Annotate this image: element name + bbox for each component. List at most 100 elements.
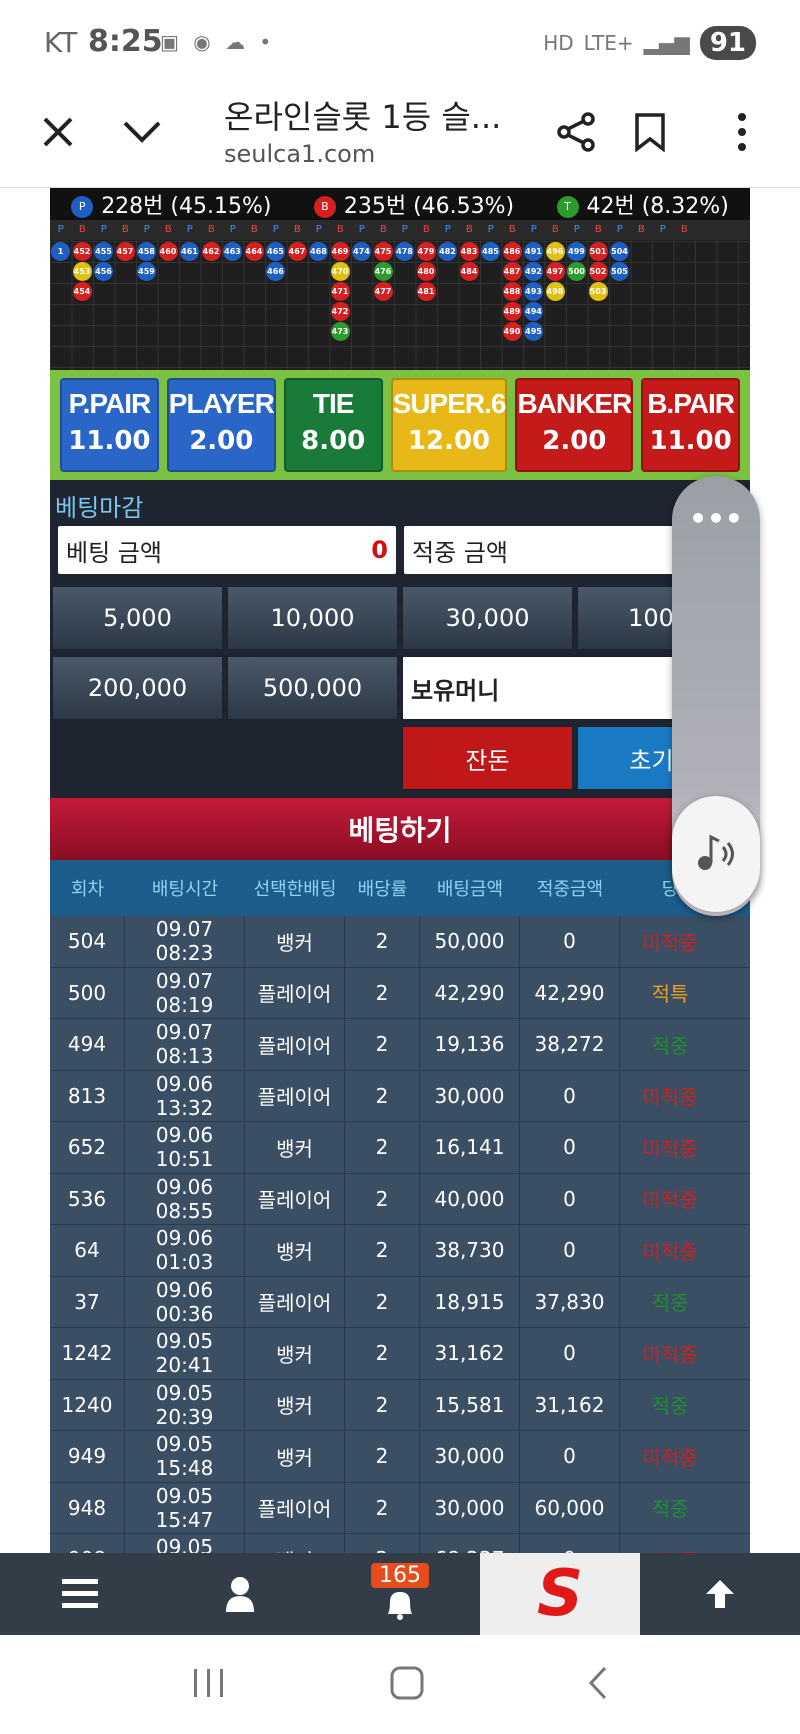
result-cell: 미적중 [642, 1239, 698, 1264]
player-dot: P [71, 196, 94, 218]
roadmap-ball: 459 [137, 262, 156, 281]
roadmap-ball: 468 [309, 242, 328, 261]
bookmark-icon[interactable] [622, 104, 678, 160]
bet-cell: 31,162 [420, 1328, 520, 1379]
roadmap-header-cell: P [272, 224, 279, 235]
close-icon[interactable] [30, 104, 86, 160]
menu-icon[interactable] [0, 1553, 160, 1635]
roadmap-ball: 489 [502, 302, 522, 321]
tie-dot: T [556, 196, 579, 218]
bet-option-odds: 12.00 [407, 426, 491, 456]
bet-amount-field[interactable]: 베팅 금액 0 [58, 526, 396, 574]
back-icon[interactable] [588, 1665, 608, 1705]
bell-icon [388, 1592, 412, 1620]
roadmap-ball: 478 [395, 242, 414, 261]
logo-letter: S [536, 1557, 584, 1631]
notification-bell[interactable]: 165 [320, 1553, 480, 1635]
more-horiz-icon[interactable]: ••• [672, 502, 760, 535]
chip-5000-button[interactable]: 5,000 [52, 586, 223, 650]
round-cell: 813 [50, 1070, 125, 1121]
more-vert-icon[interactable] [714, 104, 770, 160]
roadmap-ball: 485 [481, 242, 500, 261]
table-row: 1242 09.05 20:41 뱅커 2 31,162 0 미적중 [50, 1328, 750, 1380]
bet-option-label: B.PAIR [647, 388, 735, 419]
change-button[interactable]: 잔돈 [402, 726, 573, 790]
result-cell: 미적중 [642, 930, 698, 955]
roadmap-ball: 463 [223, 242, 242, 261]
table-row: 37 09.06 00:36 플레이어 2 18,915 37,830 적중 [50, 1276, 750, 1328]
recent-apps-icon[interactable] [192, 1667, 226, 1703]
roadmap-ball: 504 [610, 242, 629, 261]
share-icon[interactable] [548, 104, 604, 160]
web-page: P 228번 (45.15%) B 235번 (46.53%) T 42번 (8.32… [50, 188, 750, 1553]
arrow-up-icon[interactable] [640, 1553, 800, 1635]
chip-200000-button[interactable]: 200,000 [52, 656, 223, 720]
bet-option-odds: 11.00 [649, 426, 732, 456]
time-cell: 09.05 15:47 [125, 1482, 245, 1533]
page-title: 온라인슬롯 1등 슬... [224, 98, 502, 136]
bet-cell: 15,581 [420, 1379, 520, 1430]
time-cell: 09.07 08:19 [125, 967, 245, 1018]
home-icon[interactable] [389, 1665, 425, 1705]
browser-toolbar: 온라인슬롯 1등 슬... seulca1.com [0, 78, 800, 188]
table-row: 500 09.07 08:19 플레이어 2 42,290 42,290 적특 [50, 967, 750, 1019]
notification-badge: 165 [371, 1563, 429, 1588]
bet-cell: 42,290 [420, 967, 520, 1018]
player-stat-text: 228번 (45.15%) [101, 194, 272, 219]
bet-option-super-6[interactable]: SUPER.6 12.00 [390, 378, 508, 472]
site-logo[interactable]: S [480, 1553, 640, 1635]
roadmap-header: PBPBPBPBPBPBPBPBPBPBPBPBPBPBPB [50, 220, 750, 240]
header-bet: 배팅금액 [436, 879, 504, 900]
time-cell: 09.05 20:41 [125, 1328, 245, 1379]
chevron-down-icon[interactable] [114, 104, 170, 160]
roadmap-column: 475 476 477 [373, 242, 393, 301]
round-cell: 948 [50, 1482, 125, 1533]
table-row: 652 09.06 10:51 뱅커 2 16,141 0 미적중 [50, 1122, 750, 1174]
audio-icon[interactable] [672, 796, 760, 912]
page-url[interactable]: seulca1.com [224, 140, 375, 168]
bet-cell: 18,915 [420, 1276, 520, 1327]
win-cell: 0 [520, 1534, 620, 1553]
odds-cell: 2 [345, 1379, 420, 1430]
roadmap-column: 465 466 [266, 242, 285, 281]
roadmap-header-cell: P [401, 224, 408, 235]
user-icon[interactable] [160, 1553, 320, 1635]
bet-option-b-pair[interactable]: B.PAIR 11.00 [641, 378, 741, 472]
banker-stat-text: 235번 (46.53%) [343, 194, 515, 219]
pick-cell: 플레이어 [245, 967, 345, 1018]
bet-option-player[interactable]: PLAYER 2.00 [166, 378, 276, 472]
roadmap-column: 455 456 [94, 242, 113, 281]
roadmap-column: 504 505 [610, 242, 629, 281]
odds-cell: 2 [345, 916, 420, 967]
roadmap-ball: 1 [51, 242, 70, 261]
roadmap-column: 457 [115, 242, 135, 261]
chip-30000-button[interactable]: 30,000 [402, 586, 573, 650]
bet-option-label: PLAYER [168, 388, 275, 419]
bet-option-banker[interactable]: BANKER 2.00 [515, 378, 634, 472]
roadmap-ball: 460 [158, 242, 178, 261]
result-stats: P 228번 (45.15%) B 235번 (46.53%) T 42번 (8.32… [50, 188, 750, 220]
bet-option-tie[interactable]: TIE 8.00 [283, 378, 383, 472]
roadmap-header-cell: B [551, 224, 559, 235]
header-round: 회차 [70, 879, 105, 900]
place-bet-button[interactable]: 베팅하기 [50, 798, 750, 860]
chip-10000-button[interactable]: 10,000 [227, 586, 398, 650]
roadmap-header-cell: P [616, 224, 623, 235]
tie-stat-text: 42번 (8.32%) [586, 194, 729, 219]
roadmap-column: 469 470 471 472 473 [330, 242, 350, 341]
roadmap-ball: 454 [72, 282, 92, 301]
chip-500000-button[interactable]: 500,000 [227, 656, 398, 720]
roadmap-ball: 470 [330, 262, 350, 281]
result-cell: 적중 [651, 1497, 689, 1522]
roadmap-column: 485 [481, 242, 500, 261]
result-cell: 미적중 [642, 1342, 698, 1367]
bet-option-odds: 2.00 [189, 426, 254, 456]
roadmap-column: 482 [438, 242, 457, 261]
roadmap-column: 464 [244, 242, 264, 261]
roadmap-column: 458 459 [137, 242, 156, 281]
roadmap-ball: 461 [180, 242, 199, 261]
carrier-label: KT [44, 26, 78, 59]
bet-option-p-pair[interactable]: P.PAIR 11.00 [60, 378, 159, 472]
roadmap-header-cell: P [573, 224, 580, 235]
win-cell: 0 [520, 1328, 620, 1379]
